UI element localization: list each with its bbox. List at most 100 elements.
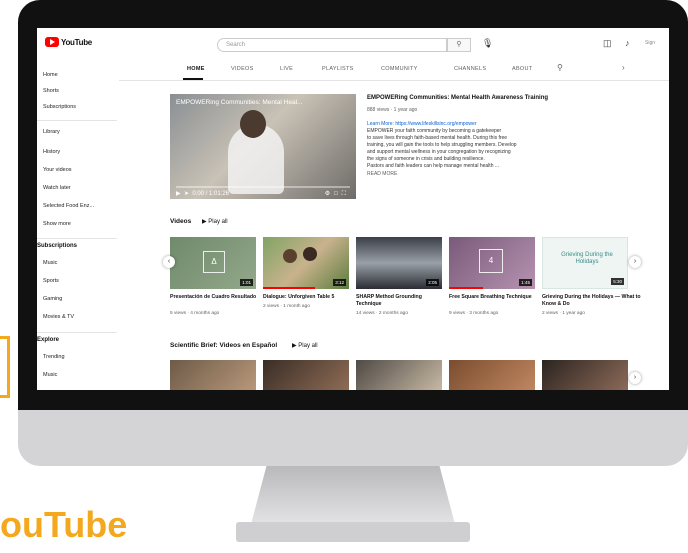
video-thumbnail[interactable]: 3:12 — [263, 237, 349, 289]
sidebar-item-sports[interactable]: Sports — [43, 278, 59, 284]
video-title[interactable]: Presentación de Cuadro Resultado — [170, 294, 258, 301]
sidebar-item-library[interactable]: Library — [43, 129, 60, 135]
sidebar-section-subscriptions: Subscriptions — [37, 243, 78, 249]
tab-about[interactable]: ABOUT — [512, 66, 532, 72]
sidebar-item-playlist[interactable]: Selected Food Enz... — [43, 203, 94, 209]
player-controls-left[interactable]: ▶ ➤ 0:00 / 1:01:26 — [176, 190, 229, 197]
logo-text: YouTube — [61, 37, 92, 47]
bell-icon[interactable]: ♪ — [625, 38, 630, 48]
thumbnail-person — [303, 247, 317, 261]
sidebar-item-music[interactable]: Music — [43, 260, 57, 266]
sidebar-item-gaming[interactable]: Gaming — [43, 296, 62, 302]
tab-videos[interactable]: VIDEOS — [231, 66, 254, 72]
sidebar-item-home[interactable]: Home — [43, 72, 58, 78]
monitor-chin — [18, 410, 688, 466]
tabs-next-arrow-icon[interactable]: › — [622, 63, 625, 72]
sidebar-item-music-explore[interactable]: Music — [43, 372, 57, 378]
video-thumbnail[interactable] — [263, 360, 349, 390]
video-progress-bar[interactable] — [176, 186, 350, 188]
youtube-logo[interactable]: YouTube — [45, 37, 92, 47]
thumbnail-overlay-text: 4 — [479, 249, 503, 273]
tab-channels[interactable]: CHANNELS — [454, 66, 486, 72]
mic-icon[interactable]: 🎙 — [482, 38, 493, 49]
video-thumbnail[interactable]: Grieving During the Holidays 5:30 — [542, 237, 628, 289]
read-more-link[interactable]: READ MORE — [367, 171, 577, 177]
video-thumbnail[interactable]: 4 1:45 — [449, 237, 535, 289]
channel-tabs: HOME VIDEOS LIVE PLAYLISTS COMMUNITY CHA… — [119, 58, 669, 81]
orange-bracket-decoration — [0, 336, 10, 398]
sidebar-divider — [37, 332, 117, 333]
youtube-play-icon — [45, 37, 59, 47]
video-thumbnail[interactable]: 2:05 — [356, 237, 442, 289]
video-title[interactable]: Free Square Breathing Technique — [449, 294, 537, 301]
sidebar-item-your-videos[interactable]: Your videos — [43, 167, 72, 173]
description-link[interactable]: Learn More: https://www.lifeskillsinc.or… — [367, 121, 577, 128]
player-controls-right[interactable]: ⚙□⛶ — [325, 190, 350, 198]
shelf-next-arrow-icon[interactable]: › — [629, 256, 641, 268]
shelf-spanish-title[interactable]: Scientific Brief: Videos en Español — [170, 342, 277, 349]
monitor-stand — [250, 466, 456, 528]
masthead: YouTube Search ⚲ 🎙 ◫ ♪ Sign — [37, 28, 669, 58]
video-meta: 5 views · 4 months ago — [170, 311, 220, 316]
video-meta: 9 views · 3 months ago — [449, 311, 499, 316]
tab-playlists[interactable]: PLAYLISTS — [322, 66, 354, 72]
shelf-videos-play-all[interactable]: ▶ Play all — [202, 218, 228, 225]
video-thumbnail[interactable] — [542, 360, 628, 390]
featured-video-title[interactable]: EMPOWERing Communities: Mental Health Aw… — [367, 95, 577, 101]
description-line: Pastors and faith leaders can help manag… — [367, 163, 500, 169]
video-time: 0:00 / 1:01:26 — [192, 191, 230, 197]
tab-community[interactable]: COMMUNITY — [381, 66, 418, 72]
tab-live[interactable]: LIVE — [280, 66, 293, 72]
video-meta: 2 views · 1 month ago — [263, 304, 310, 309]
sidebar-item-trending[interactable]: Trending — [43, 354, 65, 360]
video-duration: 1:45 — [519, 279, 532, 286]
video-thumbnail[interactable]: Δ 1:01 — [170, 237, 256, 289]
sidebar-item-shorts[interactable]: Shorts — [43, 88, 59, 94]
video-create-icon[interactable]: ◫ — [603, 38, 612, 49]
sidebar-item-subscriptions[interactable]: Subscriptions — [43, 104, 76, 110]
video-title[interactable]: Dialogue: Unforgiven Table 5 — [263, 294, 351, 301]
account-link[interactable]: Sign — [645, 40, 655, 46]
featured-video-meta: 888 views · 1 year ago — [367, 107, 418, 113]
shelf-prev-arrow-icon[interactable]: ‹ — [163, 256, 175, 268]
active-tab-indicator — [183, 78, 203, 80]
video-duration: 5:30 — [611, 278, 624, 285]
video-title[interactable]: Grieving During the Holidays — What to K… — [542, 294, 642, 307]
sidebar-item-history[interactable]: History — [43, 149, 60, 155]
shelf-spanish-play-all[interactable]: ▶ Play all — [292, 342, 318, 349]
video-thumbnail[interactable] — [170, 360, 256, 390]
description-line: and support mental wellness in your cong… — [367, 149, 511, 155]
search-input[interactable]: Search — [217, 38, 447, 52]
video-thumbnail[interactable] — [449, 360, 535, 390]
thumbnail-person — [283, 249, 297, 263]
description-line: the signs of someone in crisis and build… — [367, 156, 485, 162]
sidebar-divider — [37, 238, 117, 239]
sidebar-item-show-more[interactable]: Show more — [43, 221, 71, 227]
shelf-videos-title[interactable]: Videos — [170, 218, 191, 225]
video-duration: 2:05 — [426, 279, 439, 286]
video-title[interactable]: SHARP Method Grounding Technique — [356, 294, 444, 307]
video-duration: 3:12 — [333, 279, 346, 286]
featured-video-info: EMPOWERing Communities: Mental Health Aw… — [367, 95, 577, 177]
video-duration: 1:01 — [240, 279, 253, 286]
sidebar-item-movies-tv[interactable]: Movies & TV — [43, 314, 74, 320]
video-frame-head — [240, 110, 266, 138]
featured-video-player[interactable]: EMPOWERing Communities: Mental Heal... ▶… — [170, 94, 356, 199]
video-thumbnail[interactable] — [356, 360, 442, 390]
sidebar-item-watch-later[interactable]: Watch later — [43, 185, 71, 191]
youtube-caption-text: ouTube — [0, 504, 128, 545]
shelf-next-arrow-icon[interactable]: › — [629, 372, 641, 384]
search-icon[interactable]: ⚲ — [447, 38, 471, 52]
sidebar-divider — [37, 120, 117, 121]
featured-video-description: Learn More: https://www.lifeskillsinc.or… — [367, 121, 577, 170]
watch-progress-bar — [449, 287, 484, 289]
watch-progress-bar — [263, 287, 315, 289]
monitor-base — [236, 522, 470, 542]
sidebar: Home Shorts Subscriptions Library Histor… — [37, 58, 119, 390]
play-all-label: Play all — [298, 343, 318, 349]
video-meta: 14 views · 2 months ago — [356, 311, 408, 316]
channel-search-icon[interactable]: ⚲ — [557, 63, 563, 72]
tab-home[interactable]: HOME — [187, 66, 205, 72]
description-line: to save lives through faith-based mental… — [367, 135, 508, 141]
featured-video-overlay-title: EMPOWERing Communities: Mental Heal... — [176, 99, 303, 106]
